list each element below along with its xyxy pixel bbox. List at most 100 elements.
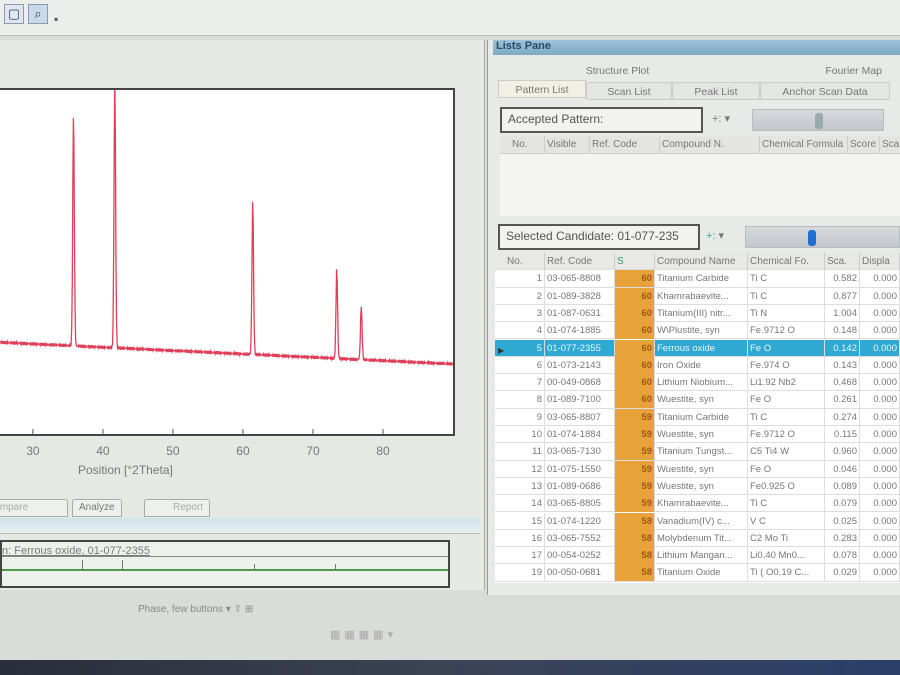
tab-analyze[interactable]: Analyze xyxy=(72,499,122,517)
cell-ref-code: 01-075-1550 xyxy=(545,460,615,478)
cell-no: 14 xyxy=(505,495,545,513)
cell-compound-name: Wuestite, syn xyxy=(655,460,748,478)
candidate-table: No. Ref. Code S Compound Name Chemical Fo. Sc… xyxy=(495,253,900,583)
candidate-sort-icon[interactable]: +: ▾ xyxy=(706,229,724,242)
col-header-displacement[interactable]: Displa xyxy=(860,253,900,270)
slider-thumb[interactable] xyxy=(808,230,816,246)
accepted-slider[interactable] xyxy=(752,109,884,131)
cell-score: 60 xyxy=(615,270,655,288)
tab-report[interactable]: Report xyxy=(144,499,210,517)
cell-ref-code: 01-073-2143 xyxy=(545,356,615,374)
phase-stick xyxy=(335,564,336,570)
cell-score: 59 xyxy=(615,495,655,513)
table-row[interactable]: 4 01-074-1885 60 W\Plustite, syn Fe.9712 O 0.… xyxy=(495,322,900,340)
phase-stick xyxy=(254,564,255,570)
cell-no: 16 xyxy=(505,529,545,547)
cell-compound-name: Khamrabaevite... xyxy=(655,495,748,513)
table-row[interactable]: 5 01-077-2355 60 Ferrous oxide Fe O 0.142 0.00… xyxy=(495,339,900,357)
cell-displacement: 0.000 xyxy=(860,304,900,322)
table-row[interactable]: 6 01-073-2143 60 Iron Oxide Fe.974 O 0.143 0.0… xyxy=(495,356,900,375)
cell-scale-factor: 1.004 xyxy=(825,304,860,322)
xrd-plot[interactable] xyxy=(0,77,455,436)
col-header-no[interactable]: No. xyxy=(505,253,545,270)
cell-score: 60 xyxy=(615,339,655,357)
xrd-trace xyxy=(0,77,454,367)
cell-no: 13 xyxy=(505,477,545,495)
cell-displacement: 0.000 xyxy=(860,287,900,305)
col-header-score[interactable]: S xyxy=(615,253,655,270)
col-header-ref-code[interactable]: Ref. Code xyxy=(545,253,615,270)
cell-chemical-formula: Fe O xyxy=(748,339,825,357)
table-row[interactable]: 13 01-089-0686 59 Wuestite, syn Fe0.925 O 0.0… xyxy=(495,477,900,496)
cell-chemical-formula: Li0.40 Mn0... xyxy=(748,547,825,565)
x-tick-label: 30 xyxy=(26,444,40,458)
accepted-col-header[interactable]: Ref. Code xyxy=(590,136,660,153)
phase-grid-icon[interactable]: ⊞ xyxy=(245,604,253,615)
tab-fourier-map[interactable]: Fourier Map xyxy=(740,62,900,80)
cell-ref-code: 01-074-1220 xyxy=(545,512,615,530)
cell-chemical-formula: Li1.92 Nb2 xyxy=(748,374,825,392)
table-row[interactable]: 9 03-065-8807 59 Titanium Carbide Ti C 0.274 0… xyxy=(495,408,900,426)
table-row[interactable]: 11 03-065-7130 59 Titanium Tungst... C5 Ti4 … xyxy=(495,443,900,461)
accepted-col-header[interactable]: Visible xyxy=(545,136,590,153)
phase-stick xyxy=(122,560,123,570)
cell-scale-factor: 0.046 xyxy=(825,460,860,478)
table-row[interactable]: 12 01-075-1550 59 Wuestite, syn Fe O 0.046 0.0… xyxy=(495,460,900,478)
cell-scale-factor: 0.029 xyxy=(825,564,860,582)
table-row[interactable]: 10 01-074-1884 59 Wuestite, syn Fe.9712 O 0.1… xyxy=(495,426,900,444)
tab-compare[interactable]: Compare xyxy=(0,499,68,517)
table-row[interactable]: 17 00-054-0252 58 Lithium Mangan... Li0.40 M… xyxy=(495,547,900,565)
tab-structure-plot[interactable]: Structure Plot xyxy=(495,62,740,80)
toolbar-dropdown[interactable]: ▪ xyxy=(54,12,58,26)
col-header-scale-factor[interactable]: Sca. xyxy=(825,253,860,270)
accepted-col-header[interactable]: Sca xyxy=(880,136,900,153)
tab-pattern-list[interactable]: Pattern List xyxy=(498,80,586,98)
phase-add-icon[interactable]: ⇧ xyxy=(234,604,242,615)
tab-anchor-scan-data[interactable]: Anchor Scan Data xyxy=(760,82,890,100)
cell-ref-code: 03-065-7130 xyxy=(545,443,615,461)
col-header-chemical-formula[interactable]: Chemical Fo. xyxy=(748,253,825,270)
cell-compound-name: Wuestite, syn xyxy=(655,391,748,409)
cell-displacement: 0.000 xyxy=(860,322,900,340)
table-row[interactable]: 16 03-065-7552 58 Molybdenum Tit... C2 Mo Ti… xyxy=(495,529,900,548)
table-row[interactable]: 8 01-089-7100 60 Wuestite, syn Fe O 0.261 0.00… xyxy=(495,391,900,409)
cell-displacement: 0.000 xyxy=(860,529,900,547)
col-header-compound-name[interactable]: Compound Name xyxy=(655,253,748,270)
tab-scan-list[interactable]: Scan List xyxy=(586,82,672,100)
window-icon[interactable]: ▢ xyxy=(4,4,24,24)
cell-compound-name: Ferrous oxide xyxy=(655,339,748,357)
table-row[interactable]: 19 00-050-0681 58 Titanium Oxide Ti ( O0.19 … xyxy=(495,564,900,582)
cell-compound-name: Wuestite, syn xyxy=(655,426,748,443)
table-row[interactable]: 15 01-074-1220 58 Vanadium(IV) c... V C 0.025… xyxy=(495,512,900,530)
accepted-col-header[interactable]: Compound N. xyxy=(660,136,760,153)
cell-ref-code: 01-089-0686 xyxy=(545,477,615,495)
plot-toolbar-icons[interactable]: ▦▦▦▦▾ xyxy=(330,628,397,641)
phase-stick xyxy=(82,560,83,570)
cell-score: 58 xyxy=(615,529,655,547)
table-row[interactable]: 7 00-049-0868 60 Lithium Niobium... Li1.92 N… xyxy=(495,374,900,392)
candidate-slider[interactable] xyxy=(745,226,900,248)
cell-displacement: 0.000 xyxy=(860,495,900,513)
cell-no: 1 xyxy=(505,270,545,288)
accepted-col-header[interactable]: Chemical Formula xyxy=(760,136,848,153)
cell-ref-code: 03-065-8807 xyxy=(545,408,615,426)
accepted-col-header[interactable]: No. xyxy=(510,136,545,153)
slider-thumb[interactable] xyxy=(815,113,823,129)
cell-scale-factor: 0.148 xyxy=(825,322,860,340)
tab-peak-list[interactable]: Peak List xyxy=(672,82,760,100)
phase-few-buttons[interactable]: Phase, few buttons ▾ ⇧ ⊞ xyxy=(138,604,253,615)
cell-displacement: 0.000 xyxy=(860,512,900,530)
table-row[interactable]: 14 03-065-8805 59 Khamrabaevite... Ti C 0.079… xyxy=(495,495,900,513)
cell-no: 5 xyxy=(505,339,545,357)
table-row[interactable]: 2 01-089-3828 60 Khamrabaevite... Ti C 0.877 0… xyxy=(495,287,900,305)
sort-icon[interactable]: +: ▾ xyxy=(712,112,730,125)
cell-score: 60 xyxy=(615,374,655,392)
table-row[interactable]: 1 03-065-8808 60 Titanium Carbide Ti C 0.582 0… xyxy=(495,270,900,288)
accepted-col-header[interactable]: Score xyxy=(848,136,880,153)
cell-ref-code: 01-077-2355 xyxy=(545,339,615,357)
zoom-icon[interactable]: ⌕ xyxy=(28,4,48,24)
cell-compound-name: Lithium Mangan... xyxy=(655,547,748,565)
table-row[interactable]: 3 01-087-0631 60 Titanium(III) nitr... Ti N1… xyxy=(495,304,900,323)
cell-no: 4 xyxy=(505,322,545,340)
cell-ref-code: 00-049-0868 xyxy=(545,374,615,392)
